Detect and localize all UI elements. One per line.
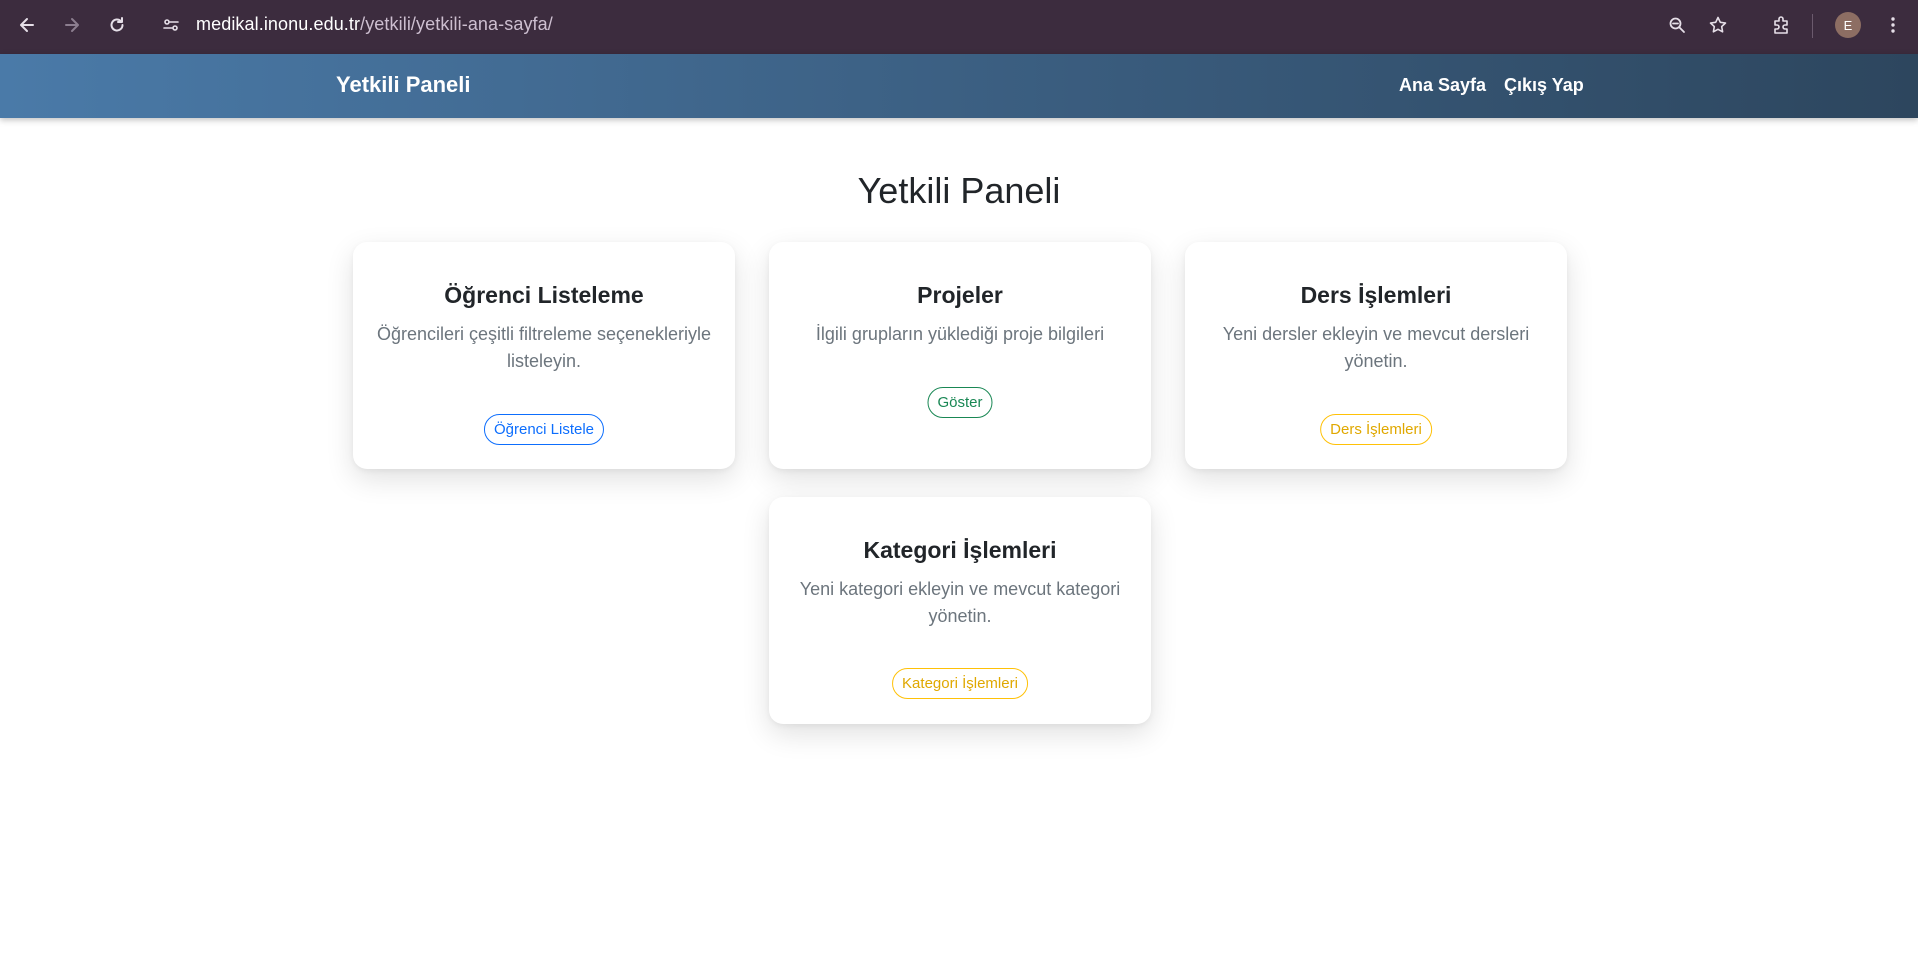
card-category-operations: Kategori İşlemleri Yeni kategori ekleyin… (769, 497, 1151, 724)
profile-avatar[interactable]: E (1835, 12, 1861, 38)
card-title: Kategori İşlemleri (863, 537, 1057, 563)
course-operations-button[interactable]: Ders İşlemleri (1320, 414, 1432, 445)
card-description: Yeni dersler ekleyin ve mevcut dersleri … (1222, 324, 1530, 371)
nav-link-logout[interactable]: Çıkış Yap (1504, 75, 1584, 96)
forward-icon[interactable] (57, 10, 87, 40)
zoom-icon[interactable] (1662, 10, 1692, 40)
card-description: Yeni kategori ekleyin ve mevcut kategori… (799, 579, 1121, 626)
extensions-icon[interactable] (1766, 10, 1796, 40)
card-description: İlgili grupların yüklediği proje bilgile… (815, 324, 1105, 344)
card-projects: Projeler İlgili grupların yüklediği proj… (769, 242, 1151, 469)
navbar-links: Ana Sayfa Çıkış Yap (1399, 75, 1584, 96)
page-title: Yetkili Paneli (857, 170, 1061, 211)
navbar-brand[interactable]: Yetkili Paneli (336, 72, 471, 98)
nav-link-home[interactable]: Ana Sayfa (1399, 75, 1486, 96)
site-info-icon[interactable] (156, 10, 186, 40)
card-description: Öğrencileri çeşitli filtreleme seçenekle… (376, 324, 712, 371)
site-navbar: Yetkili Paneli Ana Sayfa Çıkış Yap (0, 54, 1918, 118)
url-host: medikal.inonu.edu.tr (196, 14, 361, 34)
card-title: Projeler (917, 282, 1003, 308)
card-title: Öğrenci Listeleme (444, 282, 644, 308)
menu-icon[interactable] (1878, 10, 1908, 40)
browser-toolbar: medikal.inonu.edu.tr/yetkili/yetkili-ana… (0, 0, 1918, 54)
card-course-operations: Ders İşlemleri Yeni dersler ekleyin ve m… (1185, 242, 1567, 469)
bookmark-star-icon[interactable] (1703, 10, 1733, 40)
card-title: Ders İşlemleri (1300, 282, 1452, 308)
reload-icon[interactable] (102, 10, 132, 40)
category-operations-button[interactable]: Kategori İşlemleri (892, 668, 1028, 699)
back-icon[interactable] (12, 10, 42, 40)
toolbar-divider (1812, 14, 1813, 38)
address-bar[interactable]: medikal.inonu.edu.tr/yetkili/yetkili-ana… (196, 14, 553, 35)
show-projects-button[interactable]: Göster (927, 387, 993, 418)
card-student-listing: Öğrenci Listeleme Öğrencileri çeşitli fi… (353, 242, 735, 469)
student-list-button[interactable]: Öğrenci Listele (483, 414, 605, 445)
url-path: /yetkili/yetkili-ana-sayfa/ (360, 14, 553, 34)
